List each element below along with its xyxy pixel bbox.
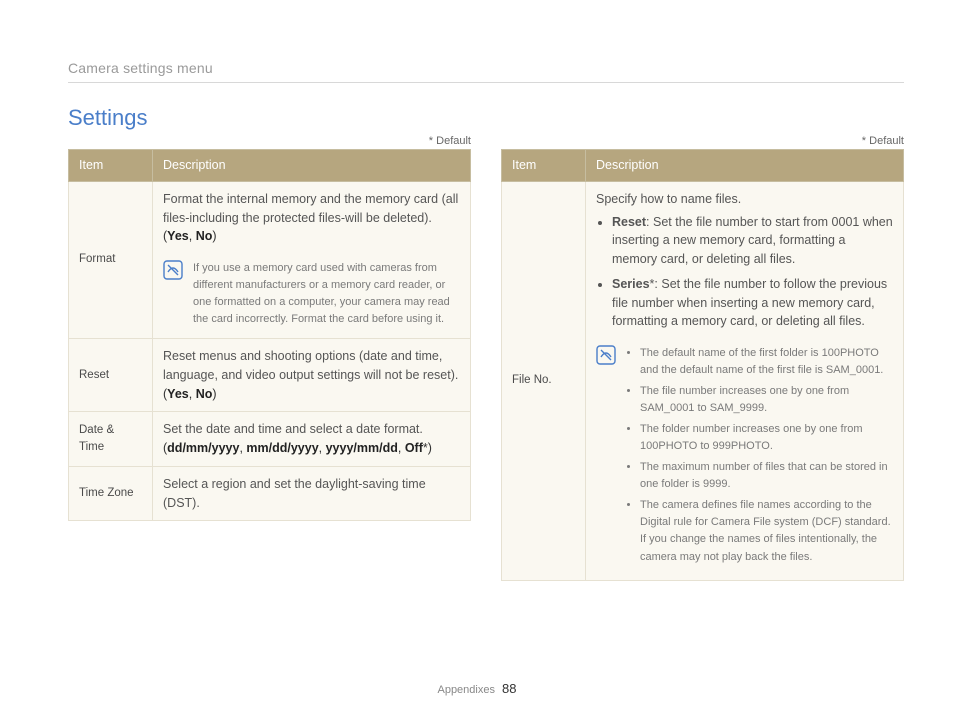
- settings-table-right: Item Description File No. Specify how to…: [501, 149, 904, 581]
- page-title: Settings: [68, 105, 904, 131]
- page-number: 88: [502, 681, 516, 696]
- option-list: Reset: Set the file number to start from…: [596, 213, 893, 332]
- footer-section: Appendixes: [437, 684, 495, 696]
- page: Camera settings menu Settings * Default …: [0, 0, 954, 720]
- content-columns: * Default Item Description Format Format…: [68, 135, 904, 581]
- item-label: Reset: [69, 339, 153, 412]
- item-label: Format: [69, 181, 153, 338]
- item-description: Format the internal memory and the memor…: [153, 181, 471, 338]
- options: (dd/mm/yyyy, mm/dd/yyyy, yyyy/mm/dd, Off…: [163, 441, 432, 455]
- note-list: The default name of the first folder is …: [626, 345, 891, 570]
- note-box: If you use a memory card used with camer…: [163, 256, 460, 330]
- col-header-item: Item: [69, 150, 153, 182]
- table-row: File No. Specify how to name files. Rese…: [502, 181, 904, 580]
- options: (Yes, No): [163, 387, 217, 401]
- item-label: Time Zone: [69, 466, 153, 521]
- item-description: Specify how to name files. Reset: Set th…: [586, 181, 904, 580]
- right-column: * Default Item Description File No. Spec…: [501, 135, 904, 581]
- note-icon: [596, 345, 616, 570]
- desc-text: Set the date and time and select a date …: [163, 422, 423, 436]
- left-column: * Default Item Description Format Format…: [68, 135, 471, 581]
- note-text: If you use a memory card used with camer…: [193, 260, 458, 328]
- item-label: File No.: [502, 181, 586, 580]
- list-item: The default name of the first folder is …: [640, 345, 891, 379]
- col-header-item: Item: [502, 150, 586, 182]
- table-row: Date & Time Set the date and time and se…: [69, 412, 471, 467]
- note-box: The default name of the first folder is …: [596, 341, 893, 572]
- list-item: Series*: Set the file number to follow t…: [612, 275, 893, 331]
- default-note: * Default: [501, 135, 904, 147]
- item-label: Date & Time: [69, 412, 153, 467]
- list-item: The maximum number of files that can be …: [640, 459, 891, 493]
- table-row: Reset Reset menus and shooting options (…: [69, 339, 471, 412]
- col-header-description: Description: [153, 150, 471, 182]
- item-description: Select a region and set the daylight-sav…: [153, 466, 471, 521]
- list-item: The camera defines file names according …: [640, 497, 891, 565]
- page-footer: Appendixes 88: [0, 681, 954, 696]
- breadcrumb: Camera settings menu: [68, 60, 904, 76]
- list-item: The file number increases one by one fro…: [640, 383, 891, 417]
- list-item: Reset: Set the file number to start from…: [612, 213, 893, 269]
- note-icon: [163, 260, 183, 328]
- options: (Yes, No): [163, 229, 217, 243]
- desc-intro: Specify how to name files.: [596, 192, 741, 206]
- desc-text: Format the internal memory and the memor…: [163, 192, 458, 225]
- table-row: Format Format the internal memory and th…: [69, 181, 471, 338]
- table-row: Time Zone Select a region and set the da…: [69, 466, 471, 521]
- item-description: Reset menus and shooting options (date a…: [153, 339, 471, 412]
- default-note: * Default: [68, 135, 471, 147]
- list-item: The folder number increases one by one f…: [640, 421, 891, 455]
- divider: [68, 82, 904, 83]
- item-description: Set the date and time and select a date …: [153, 412, 471, 467]
- col-header-description: Description: [586, 150, 904, 182]
- desc-text: Reset menus and shooting options (date a…: [163, 349, 458, 382]
- settings-table-left: Item Description Format Format the inter…: [68, 149, 471, 521]
